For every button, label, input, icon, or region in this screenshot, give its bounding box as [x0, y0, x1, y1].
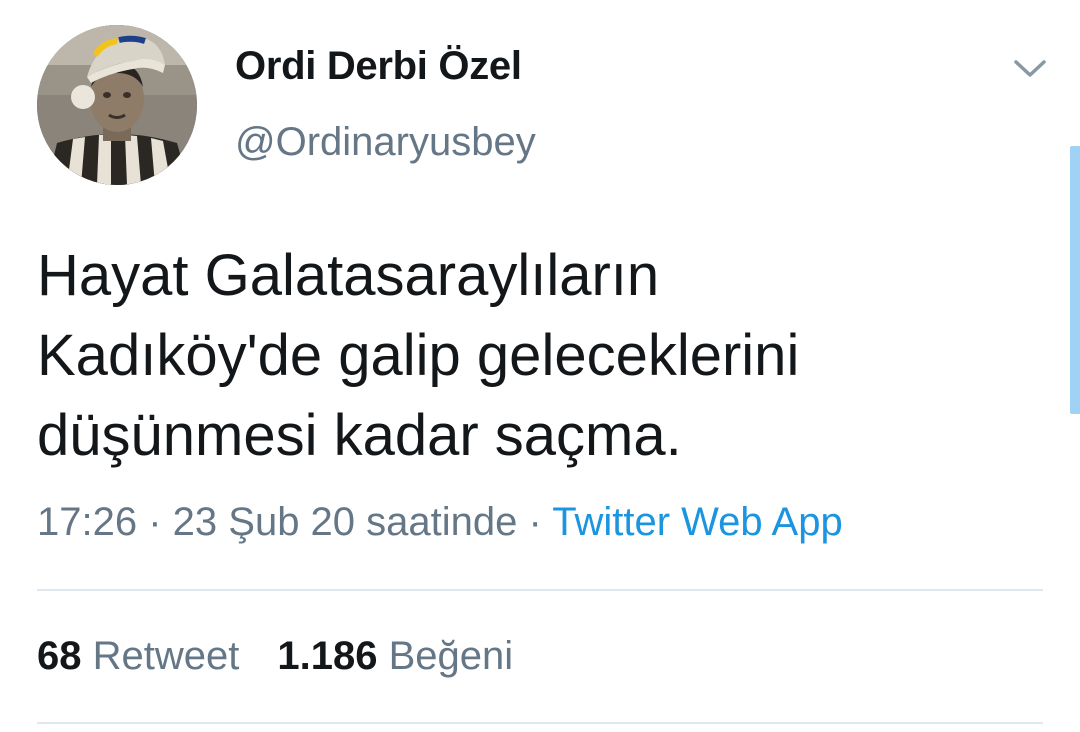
like-label: Beğeni — [388, 634, 514, 678]
tweet-detail: Ordi Derbi Özel @Ordinaryusbey Hayat Gal… — [0, 0, 1080, 732]
tweet-text-line: düşünmesi kadar saçma. — [37, 403, 682, 468]
profile-photo-icon — [37, 25, 197, 185]
like-stat[interactable]: 1.186 Beğeni — [277, 634, 513, 678]
tweet-source-link[interactable]: Twitter Web App — [552, 500, 843, 544]
retweet-stat[interactable]: 68 Retweet — [37, 634, 239, 678]
tweet-time[interactable]: 17:26 — [37, 500, 137, 544]
display-name[interactable]: Ordi Derbi Özel — [235, 44, 522, 89]
tweet-metadata: 17:26 · 23 Şub 20 saatinde · Twitter Web… — [37, 500, 843, 545]
tweet-text-line: Kadıköy'de galip geleceklerini — [37, 323, 800, 388]
tweet-text: Hayat Galatasaraylıların Kadıköy'de gali… — [37, 236, 1037, 476]
scrollbar[interactable] — [1070, 146, 1080, 414]
divider — [37, 589, 1043, 591]
avatar[interactable] — [37, 25, 197, 185]
like-count: 1.186 — [277, 634, 378, 678]
engagement-stats: 68 Retweet 1.186 Beğeni — [37, 634, 513, 679]
separator: · — [137, 500, 173, 544]
separator: · — [517, 500, 553, 544]
retweet-label: Retweet — [92, 634, 240, 678]
tweet-text-line: Hayat Galatasaraylıların — [37, 243, 660, 308]
retweet-count: 68 — [37, 634, 82, 678]
chevron-down-icon[interactable] — [1010, 52, 1050, 84]
user-handle[interactable]: @Ordinaryusbey — [235, 120, 536, 165]
divider — [37, 722, 1043, 724]
tweet-date[interactable]: 23 Şub 20 saatinde — [173, 500, 518, 544]
